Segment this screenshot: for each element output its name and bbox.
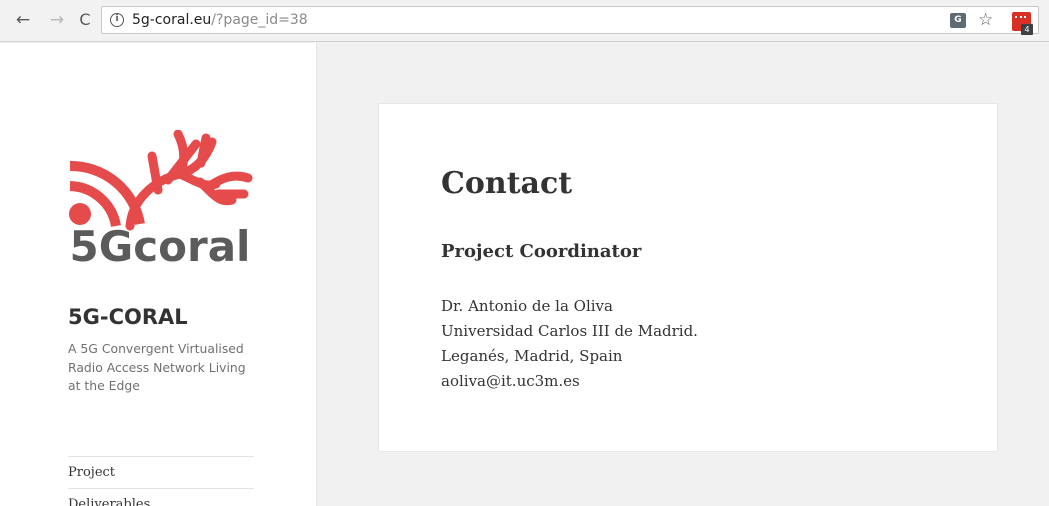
bookmark-star-icon[interactable]: ☆ xyxy=(978,10,993,30)
forward-icon[interactable]: → xyxy=(46,9,68,31)
url-text[interactable]: 5g-coral.eu/?page_id=38 xyxy=(132,12,308,28)
content-card: Contact Project Coordinator Dr. Antonio … xyxy=(378,103,998,452)
sidebar-menu: Project Deliverables xyxy=(68,456,254,506)
sidebar: 5Gcoral 5G-CORAL A 5G Convergent Virtual… xyxy=(0,43,316,506)
menu-item-project[interactable]: Project xyxy=(68,456,254,488)
contact-email[interactable]: aoliva@it.uc3m.es xyxy=(441,369,698,394)
site-logo[interactable]: 5Gcoral xyxy=(68,130,253,265)
main-area: Contact Project Coordinator Dr. Antonio … xyxy=(316,43,1049,506)
browser-toolbar: ← → C i 5g-coral.eu/?page_id=38 G ☆ 4 xyxy=(0,0,1049,42)
reload-icon[interactable]: C xyxy=(74,9,96,31)
address-bar[interactable]: i 5g-coral.eu/?page_id=38 G ☆ xyxy=(101,6,1039,34)
site-description: A 5G Convergent Virtualised Radio Access… xyxy=(68,341,246,394)
contact-details: Dr. Antonio de la Oliva Universidad Carl… xyxy=(441,294,698,394)
info-icon[interactable]: i xyxy=(110,13,124,27)
site-title[interactable]: 5G-CORAL xyxy=(68,305,188,329)
back-icon[interactable]: ← xyxy=(12,9,34,31)
url-domain: 5g-coral.eu xyxy=(132,12,212,28)
menu-item-deliverables[interactable]: Deliverables xyxy=(68,488,254,506)
url-path: /?page_id=38 xyxy=(211,12,308,28)
contact-organization: Universidad Carlos III de Madrid. xyxy=(441,322,698,340)
section-heading: Project Coordinator xyxy=(441,241,642,262)
page-title: Contact xyxy=(441,166,573,201)
contact-location: Leganés, Madrid, Spain xyxy=(441,347,623,365)
extension-badge: 4 xyxy=(1021,24,1033,35)
contact-name: Dr. Antonio de la Oliva xyxy=(441,297,613,315)
translate-icon[interactable]: G xyxy=(950,13,966,28)
logo-wordmark: 5Gcoral xyxy=(70,222,251,265)
